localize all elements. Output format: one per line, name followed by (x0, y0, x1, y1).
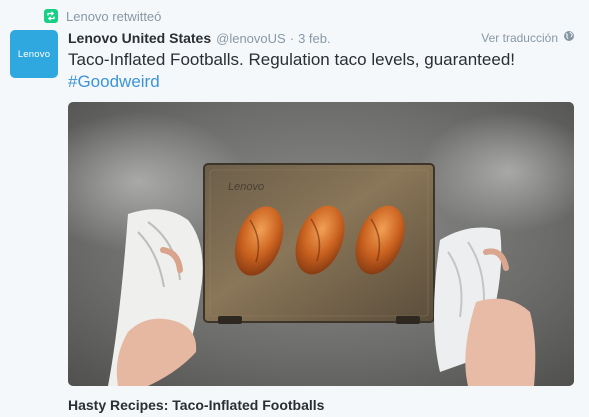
author-fullname[interactable]: Lenovo United States (68, 30, 211, 46)
avatar[interactable]: Lenovo (10, 30, 58, 78)
hashtag-link[interactable]: #Goodweird (68, 71, 160, 93)
globe-icon (563, 30, 575, 45)
card-title[interactable]: Hasty Recipes: Taco-Inflated Footballs (68, 397, 324, 413)
retweet-context-label[interactable]: Lenovo retwitteó (66, 9, 161, 24)
translate-button[interactable]: Ver traducción (481, 30, 575, 45)
translate-label: Ver traducción (481, 30, 558, 45)
tweet-text: Taco-Inflated Footballs. Regulation taco… (68, 50, 515, 69)
tweet-media-image[interactable]: Lenovo (68, 102, 574, 386)
header-separator: · (289, 31, 295, 46)
author-username[interactable]: @lenovoUS (216, 31, 286, 46)
avatar-logo-text: Lenovo (17, 48, 51, 60)
tweet-header: Lenovo United States @lenovoUS · 3 feb. (68, 30, 331, 48)
tweet[interactable]: Lenovo retwitteó Lenovo Lenovo United St… (0, 0, 589, 417)
retweet-icon (44, 9, 58, 23)
retweet-context: Lenovo retwitteó (44, 6, 161, 26)
laptop-logo: Lenovo (228, 181, 264, 193)
tweet-timestamp[interactable]: 3 feb. (298, 31, 331, 46)
